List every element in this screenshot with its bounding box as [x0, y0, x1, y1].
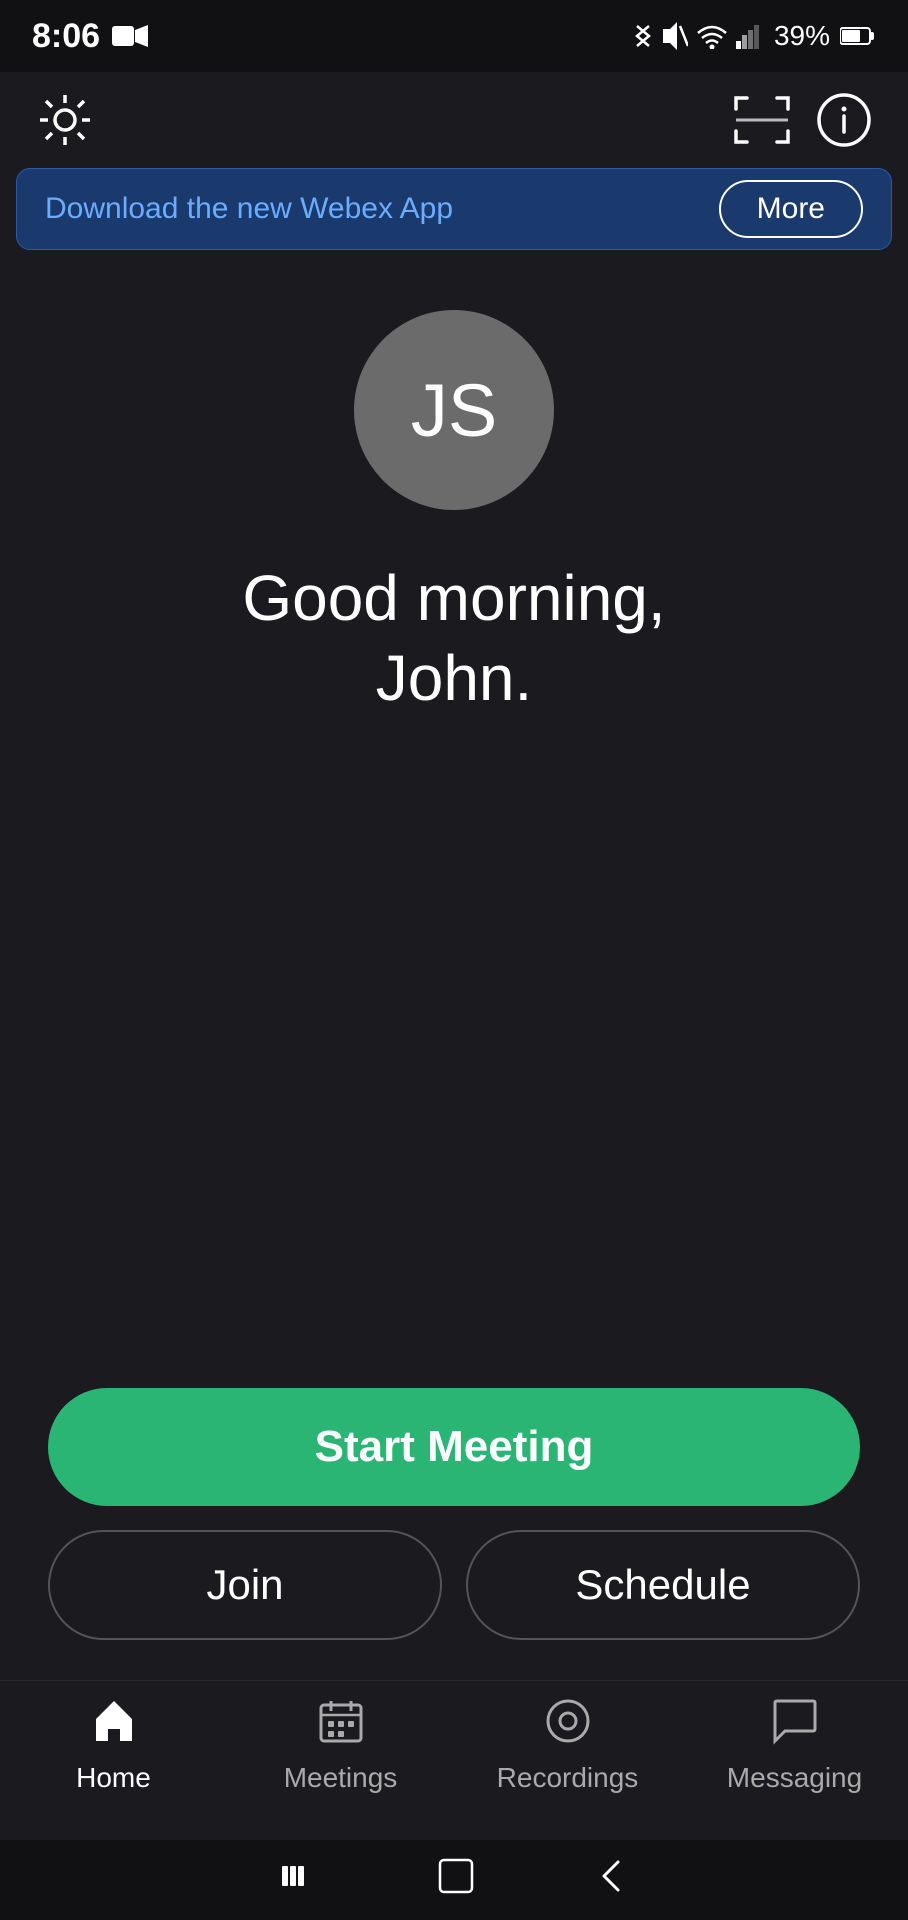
greeting-line2: John. — [376, 642, 533, 714]
status-bar: 8:06 — [0, 0, 908, 72]
status-icons — [632, 21, 764, 51]
join-button[interactable]: Join — [48, 1530, 442, 1640]
recent-apps-button[interactable] — [280, 1858, 316, 1902]
back-button[interactable] — [596, 1858, 628, 1902]
nav-home[interactable]: Home — [0, 1697, 227, 1794]
home-system-icon — [436, 1856, 476, 1896]
battery-icon — [840, 26, 876, 46]
nav-messaging[interactable]: Messaging — [681, 1697, 908, 1794]
system-nav — [0, 1840, 908, 1920]
action-buttons: Start Meeting Join Schedule — [0, 1388, 908, 1640]
wifi-icon — [696, 23, 728, 49]
status-bar-left: 8:06 — [32, 17, 148, 56]
battery-text: 39% — [774, 20, 830, 52]
status-time: 8:06 — [32, 17, 100, 56]
gear-icon — [36, 91, 94, 149]
nav-meetings[interactable]: Meetings — [227, 1697, 454, 1794]
avatar-initials: JS — [411, 368, 497, 453]
status-bar-right: 39% — [632, 20, 876, 52]
greeting-line1: Good morning, — [242, 562, 665, 634]
nav-messaging-label: Messaging — [727, 1762, 862, 1794]
nav-home-label: Home — [76, 1762, 151, 1794]
recent-apps-icon — [280, 1858, 316, 1894]
messaging-icon — [771, 1697, 819, 1754]
start-meeting-button[interactable]: Start Meeting — [48, 1388, 860, 1506]
meetings-icon — [317, 1697, 365, 1754]
header — [0, 72, 908, 168]
greeting: Good morning, John. — [242, 558, 665, 718]
banner-text: Download the new Webex App — [45, 192, 453, 226]
home-system-button[interactable] — [436, 1856, 476, 1904]
video-camera-icon — [112, 23, 148, 49]
signal-icon — [736, 23, 764, 49]
schedule-button[interactable]: Schedule — [466, 1530, 860, 1640]
nav-recordings-label: Recordings — [497, 1762, 639, 1794]
bluetooth-icon — [632, 21, 654, 51]
info-button[interactable] — [816, 92, 872, 148]
more-button[interactable]: More — [719, 180, 863, 238]
top-section: Download the new Webex App More — [0, 72, 908, 250]
home-icon — [90, 1697, 138, 1754]
header-right — [732, 92, 872, 148]
recordings-icon — [544, 1697, 592, 1754]
scan-icon — [732, 94, 792, 146]
mute-icon — [662, 21, 688, 51]
content-area: JS Good morning, John. — [0, 250, 908, 718]
bottom-nav: Home Meetings — [0, 1680, 908, 1840]
app-wrapper: 8:06 — [0, 0, 908, 1920]
download-banner: Download the new Webex App More — [16, 168, 892, 250]
avatar[interactable]: JS — [354, 310, 554, 510]
nav-recordings[interactable]: Recordings — [454, 1697, 681, 1794]
nav-meetings-label: Meetings — [284, 1762, 398, 1794]
settings-button[interactable] — [36, 91, 94, 149]
scan-button[interactable] — [732, 94, 792, 146]
info-icon — [816, 92, 872, 148]
back-icon — [596, 1858, 628, 1894]
secondary-buttons: Join Schedule — [48, 1530, 860, 1640]
